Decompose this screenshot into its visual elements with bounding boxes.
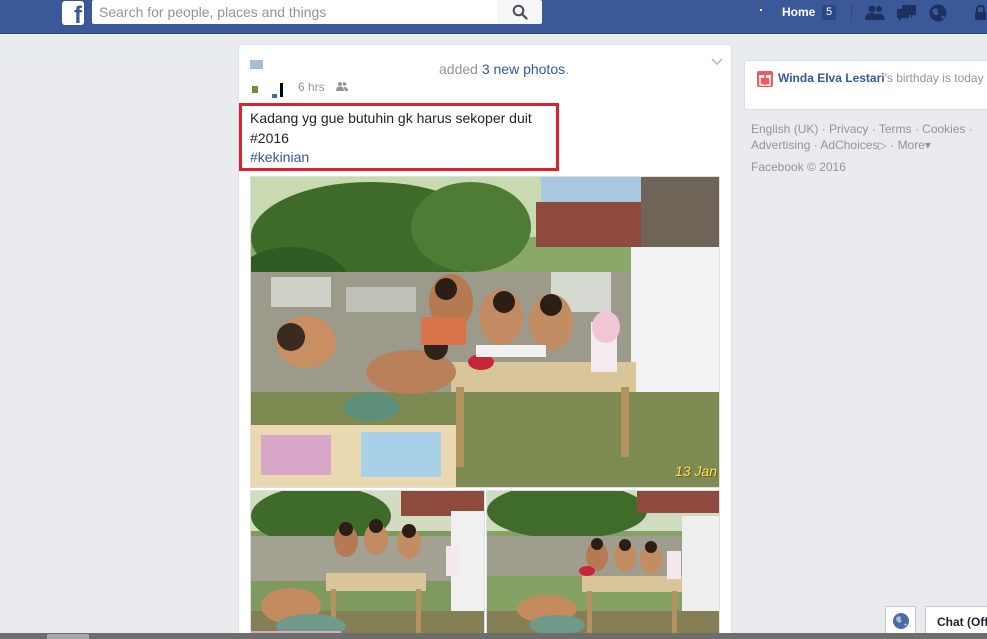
copyright-text: Facebook © 2016 [751, 160, 846, 174]
birthday-text: Winda Elva Lestari's birthday is today [778, 71, 984, 85]
messages-icon[interactable] [896, 4, 918, 22]
post-action-text: added 3 new photos. [439, 61, 569, 77]
footer-link-advertising[interactable]: Advertising [751, 138, 810, 152]
chat-options-button[interactable] [885, 606, 916, 636]
footer-link-cookies[interactable]: Cookies [922, 122, 965, 136]
friends-audience-icon[interactable] [336, 81, 348, 91]
hashtag-link[interactable]: #kekinian [250, 148, 532, 168]
post-caption: Kadang yg gue butuhin gk harus sekoper d… [250, 109, 532, 168]
caption-line-1: Kadang yg gue butuhin gk harus sekoper d… [250, 110, 532, 126]
birthday-suffix: 's birthday is today [884, 71, 984, 85]
chat-tab[interactable]: Chat (Off [925, 606, 987, 636]
post-photo-2[interactable] [250, 490, 485, 639]
globe-icon [893, 613, 909, 629]
home-count-badge: 5 [822, 5, 836, 20]
caption-line-2: #2016 [250, 129, 289, 146]
gift-icon [757, 71, 773, 87]
notifications-globe-icon[interactable] [927, 4, 949, 22]
taskbar-item[interactable] [47, 634, 89, 639]
search-icon [512, 4, 528, 20]
footer-link-more[interactable]: More [898, 138, 925, 152]
footer-link-terms[interactable]: Terms [879, 122, 912, 136]
friend-requests-icon[interactable] [864, 4, 886, 22]
adchoices-icon[interactable]: ▷ [878, 140, 886, 152]
topbar-divider [851, 4, 852, 22]
post-photo-main[interactable]: 13 Jan [250, 176, 720, 488]
home-link[interactable]: Home [782, 5, 815, 19]
sidebar-footer: English (UK) · Privacy · Terms · Cookies… [751, 121, 987, 175]
birthday-person-link[interactable]: Winda Elva Lestari [778, 71, 885, 85]
new-photos-link[interactable]: 3 new photos [482, 61, 565, 77]
top-navigation-bar: f Home 5 [0, 0, 987, 34]
os-taskbar [0, 633, 987, 639]
post-action-suffix: . [565, 61, 570, 77]
avatar[interactable] [250, 58, 292, 98]
chat-label: Chat (Off [937, 615, 987, 629]
search-input[interactable] [92, 0, 497, 24]
footer-link-adchoices[interactable]: AdChoices [820, 138, 878, 152]
post-photo-3[interactable] [486, 490, 720, 639]
feed-post: added 3 new photos. 6 hrs Kadang yg gue … [238, 44, 732, 639]
footer-link-language[interactable]: English (UK) [751, 122, 818, 136]
post-timestamp[interactable]: 6 hrs [298, 80, 325, 94]
facebook-logo-icon[interactable]: f [62, 1, 84, 25]
birthday-reminder[interactable]: Winda Elva Lestari's birthday is today [744, 60, 987, 110]
post-action-prefix: added [439, 61, 482, 77]
chevron-down-icon[interactable] [711, 58, 723, 66]
footer-link-privacy[interactable]: Privacy [829, 122, 868, 136]
more-dropdown-icon[interactable]: ▾ [925, 138, 931, 152]
photo-date-stamp: 13 Jan [674, 463, 717, 479]
search-button[interactable] [497, 0, 542, 24]
search-box [92, 0, 497, 24]
lock-icon[interactable] [974, 5, 987, 21]
profile-dot [760, 9, 762, 11]
